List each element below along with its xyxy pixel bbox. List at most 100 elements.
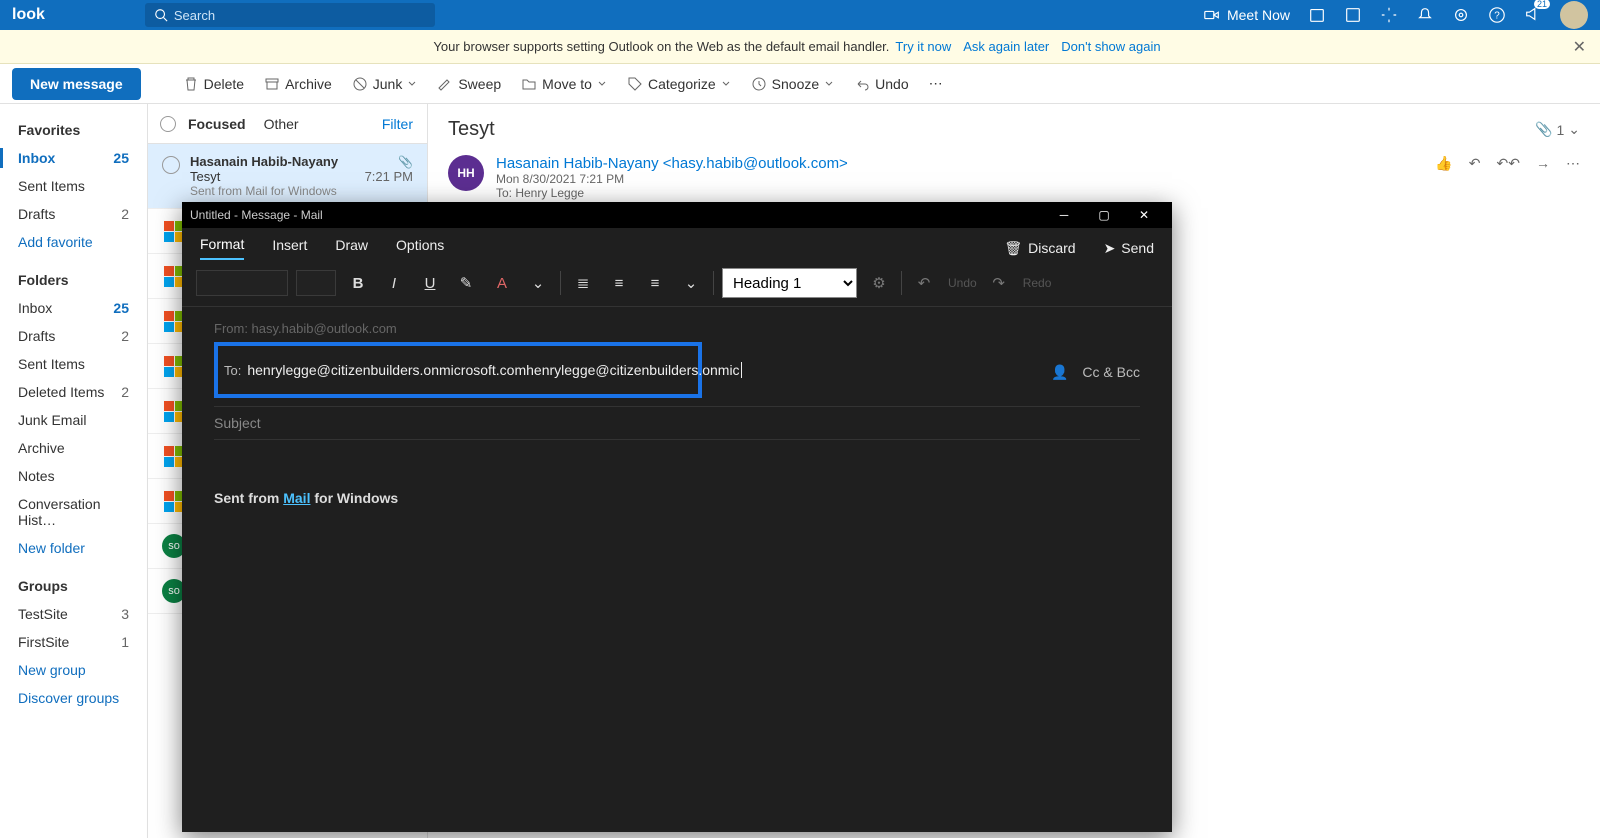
align-button[interactable]: ≡ <box>641 269 669 297</box>
forward-icon[interactable]: → <box>1536 155 1550 172</box>
filter-button[interactable]: Filter <box>382 116 415 132</box>
highlight-button[interactable]: ✎ <box>452 269 480 297</box>
move-to-button[interactable]: Move to <box>513 72 615 96</box>
light-icon[interactable] <box>1380 6 1398 24</box>
calendar-plus-icon[interactable] <box>1308 6 1326 24</box>
top-bar: look Meet Now ? <box>0 0 1600 30</box>
sweep-button[interactable]: Sweep <box>429 72 509 96</box>
banner-dont-link[interactable]: Don't show again <box>1061 39 1160 54</box>
numbered-list-button[interactable]: ≡ <box>605 269 633 297</box>
more-button[interactable]: ⋯ <box>921 71 951 96</box>
more-format-icon[interactable]: ⌄ <box>524 269 552 297</box>
nav-sent-fav[interactable]: Sent Items <box>10 172 137 200</box>
help-icon[interactable]: ? <box>1488 6 1506 24</box>
close-button[interactable]: ✕ <box>1124 202 1164 228</box>
attachment-count[interactable]: 📎1⌄ <box>1535 121 1580 138</box>
underline-button[interactable]: U <box>416 269 444 297</box>
cc-bcc-button[interactable]: Cc & Bcc <box>1082 364 1140 380</box>
archive-button[interactable]: Archive <box>256 72 340 96</box>
banner-try-link[interactable]: Try it now <box>895 39 951 54</box>
discard-button[interactable]: 🗑Discard <box>1004 240 1075 257</box>
bullet-list-button[interactable]: ≣ <box>569 269 597 297</box>
folders-header[interactable]: Folders <box>10 266 137 294</box>
bold-button[interactable]: B <box>344 269 372 297</box>
email-body[interactable]: Sent from Mail for Windows <box>214 490 1140 506</box>
snooze-button[interactable]: Snooze <box>743 72 842 96</box>
clock-icon <box>751 76 767 92</box>
nav-inbox[interactable]: Inbox25 <box>10 294 137 322</box>
nav-firstsite[interactable]: FirstSite1 <box>10 628 137 656</box>
compose-window: Untitled - Message - Mail ─ ▢ ✕ Format I… <box>182 202 1172 832</box>
redo-modal-button[interactable]: ↷ <box>985 269 1013 297</box>
font-size-select[interactable] <box>296 270 336 296</box>
search-input[interactable] <box>174 8 426 23</box>
tab-format[interactable]: Format <box>200 236 244 260</box>
nav-sent[interactable]: Sent Items <box>10 350 137 378</box>
search-box[interactable] <box>145 3 435 27</box>
folder-icon <box>521 76 537 92</box>
select-checkbox[interactable] <box>162 156 180 174</box>
svg-text:?: ? <box>1494 11 1500 22</box>
categorize-button[interactable]: Categorize <box>619 72 739 96</box>
gear-icon[interactable] <box>1452 6 1470 24</box>
styles-gear-icon[interactable]: ⚙ <box>865 269 893 297</box>
sender-from: Hasanain Habib-Nayany <hasy.habib@outloo… <box>496 155 848 172</box>
megaphone-icon[interactable] <box>1524 5 1542 26</box>
tab-focused[interactable]: Focused <box>188 112 246 136</box>
people-icon[interactable]: 👤 <box>1051 364 1068 381</box>
my-day-icon[interactable] <box>1344 6 1362 24</box>
close-icon[interactable]: ✕ <box>1573 37 1586 57</box>
video-icon <box>1203 6 1221 24</box>
nav-junk[interactable]: Junk Email <box>10 406 137 434</box>
select-all-checkbox[interactable] <box>160 116 176 132</box>
nav-archive[interactable]: Archive <box>10 434 137 462</box>
tab-options[interactable]: Options <box>396 237 444 259</box>
nav-conv-hist[interactable]: Conversation Hist… <box>10 490 137 534</box>
maximize-button[interactable]: ▢ <box>1084 202 1124 228</box>
top-right: Meet Now ? <box>1203 1 1588 29</box>
minimize-button[interactable]: ─ <box>1044 202 1084 228</box>
like-icon[interactable]: 👍 <box>1435 155 1452 172</box>
nav-notes[interactable]: Notes <box>10 462 137 490</box>
nav-drafts[interactable]: Drafts2 <box>10 322 137 350</box>
nav-discover-groups[interactable]: Discover groups <box>10 684 137 712</box>
undo-button[interactable]: Undo <box>846 72 916 96</box>
nav-testsite[interactable]: TestSite3 <box>10 600 137 628</box>
delete-button[interactable]: Delete <box>175 72 252 96</box>
font-color-button[interactable]: A <box>488 269 516 297</box>
more-icon[interactable]: ⋯ <box>1566 155 1580 172</box>
reply-all-icon[interactable]: ↶↶ <box>1497 155 1520 172</box>
tab-insert[interactable]: Insert <box>272 237 307 259</box>
italic-button[interactable]: I <box>380 269 408 297</box>
nav-drafts-fav[interactable]: Drafts2 <box>10 200 137 228</box>
send-button[interactable]: ➤Send <box>1104 240 1154 257</box>
left-nav: Favorites Inbox25 Sent Items Drafts2 Add… <box>0 104 148 838</box>
new-message-button[interactable]: New message <box>12 68 141 100</box>
to-input[interactable]: henrylegge@citizenbuilders.onmicrosoft.c… <box>247 362 741 378</box>
subject-input[interactable]: Subject <box>214 407 1140 440</box>
nav-add-favorite[interactable]: Add favorite <box>10 228 137 256</box>
favorites-header[interactable]: Favorites <box>10 116 137 144</box>
to-field-highlight: To: henrylegge@citizenbuilders.onmicroso… <box>214 342 702 398</box>
trash-icon <box>183 76 199 92</box>
nav-new-folder[interactable]: New folder <box>10 534 137 562</box>
nav-inbox-fav[interactable]: Inbox25 <box>10 144 137 172</box>
chevron-down-icon <box>597 79 607 89</box>
tab-other[interactable]: Other <box>264 112 299 136</box>
meet-now-button[interactable]: Meet Now <box>1203 6 1290 24</box>
mail-link[interactable]: Mail <box>283 490 310 506</box>
more-para-icon[interactable]: ⌄ <box>677 269 705 297</box>
tab-draw[interactable]: Draw <box>335 237 368 259</box>
nav-new-group[interactable]: New group <box>10 656 137 684</box>
profile-avatar[interactable] <box>1560 1 1588 29</box>
font-family-select[interactable] <box>196 270 288 296</box>
message-row[interactable]: Hasanain Habib-Nayany📎 Tesyt7:21 PM Sent… <box>148 144 427 209</box>
nav-deleted[interactable]: Deleted Items2 <box>10 378 137 406</box>
groups-header[interactable]: Groups <box>10 572 137 600</box>
undo-modal-button[interactable]: ↶ <box>910 269 938 297</box>
bell-icon[interactable] <box>1416 6 1434 24</box>
heading-select[interactable]: Heading 1 <box>722 268 857 298</box>
junk-button[interactable]: Junk <box>344 72 426 96</box>
banner-ask-link[interactable]: Ask again later <box>963 39 1049 54</box>
reply-icon[interactable]: ↶ <box>1469 155 1481 172</box>
